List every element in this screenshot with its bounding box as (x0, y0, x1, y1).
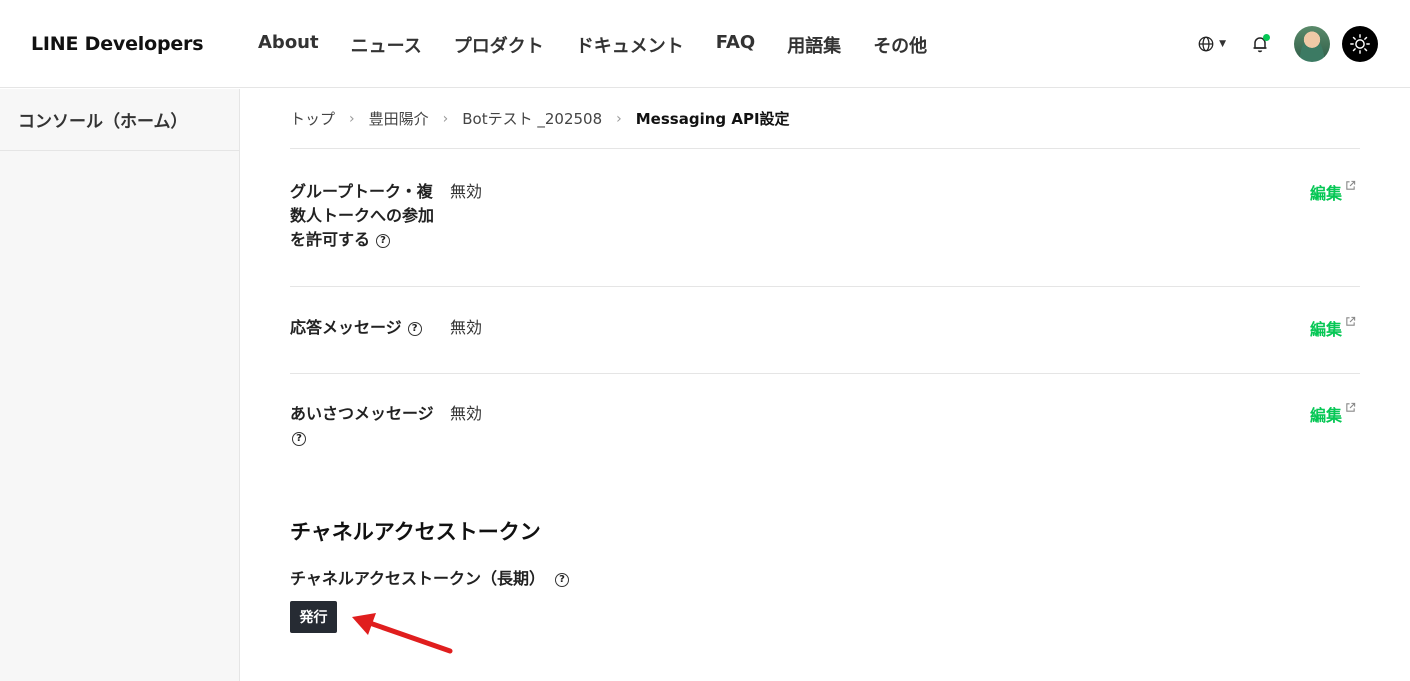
edit-label: 編集 (1309, 406, 1342, 425)
notification-dot (1263, 34, 1270, 41)
top-header: LINE Developers About ニュース プロダクト ドキュメント … (0, 0, 1410, 88)
setting-label: あいさつメッセージ ? (290, 402, 440, 450)
main-content: トップ › 豊田陽介 › Botテスト _202508 › Messaging … (290, 89, 1360, 654)
nav-glossary[interactable]: 用語集 (787, 32, 841, 58)
main-nav: About ニュース プロダクト ドキュメント FAQ 用語集 その他 (258, 32, 959, 58)
nav-news[interactable]: ニュース (351, 32, 422, 58)
edit-link[interactable]: 編集 (1310, 316, 1356, 340)
setting-value: 無効 (450, 318, 483, 337)
edit-label: 編集 (1309, 320, 1342, 339)
breadcrumb-top[interactable]: トップ (290, 108, 335, 129)
site-logo[interactable]: LINE Developers (31, 33, 204, 55)
edit-link[interactable]: 編集 (1310, 180, 1356, 204)
header-actions: ▼ (1197, 26, 1378, 62)
label-line-text: を許可する (290, 230, 371, 249)
language-selector[interactable]: ▼ (1197, 35, 1226, 53)
subtitle-text: チャネルアクセストークン（長期） (290, 569, 546, 588)
setting-label: グループトーク・複 数人トークへの参加 を許可する? (290, 180, 440, 252)
setting-label: 応答メッセージ? (290, 316, 450, 340)
sidebar: コンソール（ホーム） (0, 89, 240, 681)
label-line: グループトーク・複 (290, 182, 433, 201)
issue-button[interactable]: 発行 (290, 601, 337, 633)
help-icon[interactable]: ? (376, 233, 391, 248)
external-link-icon (1346, 402, 1356, 412)
label-line: あいさつメッセージ (290, 404, 434, 423)
setting-row-group-chat: グループトーク・複 数人トークへの参加 を許可する? 無効 編集 (290, 149, 1360, 287)
notifications-button[interactable] (1250, 34, 1270, 54)
globe-icon (1198, 36, 1214, 52)
label-line-text: 応答メッセージ (290, 318, 402, 337)
chevron-down-icon: ▼ (1219, 39, 1226, 49)
breadcrumb-channel[interactable]: Botテスト _202508 (462, 108, 602, 129)
sun-icon (1350, 34, 1370, 54)
subtitle-long-term-token: チャネルアクセストークン（長期）? (290, 565, 570, 589)
red-arrow-annotation (352, 613, 453, 654)
help-icon[interactable]: ? (407, 321, 422, 336)
help-icon[interactable]: ? (555, 572, 570, 587)
setting-value: 無効 (450, 182, 483, 201)
nav-documents[interactable]: ドキュメント (576, 32, 684, 58)
avatar[interactable] (1294, 26, 1330, 62)
sidebar-item-console-home[interactable]: コンソール（ホーム） (0, 89, 239, 151)
section-title-channel-access-token: チャネルアクセストークン (290, 520, 541, 544)
external-link-icon (1346, 180, 1356, 190)
edit-link[interactable]: 編集 (1310, 402, 1356, 426)
breadcrumb-provider[interactable]: 豊田陽介 (369, 108, 429, 129)
nav-more[interactable]: その他 (873, 32, 927, 58)
nav-about[interactable]: About (258, 32, 319, 58)
setting-value: 無効 (450, 404, 483, 423)
nav-faq[interactable]: FAQ (716, 32, 755, 58)
chevron-right-icon: › (442, 110, 449, 127)
breadcrumb-current: Messaging API設定 (635, 110, 790, 128)
setting-row-greeting: あいさつメッセージ ? 無効 編集 (290, 374, 1360, 464)
external-link-icon (1346, 316, 1356, 326)
nav-products[interactable]: プロダクト (454, 32, 544, 58)
label-line: 数人トークへの参加 (290, 206, 435, 225)
help-icon[interactable]: ? (292, 431, 306, 446)
edit-label: 編集 (1309, 184, 1342, 203)
setting-row-auto-reply: 応答メッセージ? 無効 編集 (290, 287, 1360, 374)
breadcrumb: トップ › 豊田陽介 › Botテスト _202508 › Messaging … (290, 89, 1360, 149)
label-line: ? (290, 426, 440, 450)
chevron-right-icon: › (616, 110, 622, 127)
theme-toggle[interactable] (1342, 26, 1378, 62)
chevron-right-icon: › (349, 110, 355, 127)
label-line: を許可する? (290, 228, 440, 252)
